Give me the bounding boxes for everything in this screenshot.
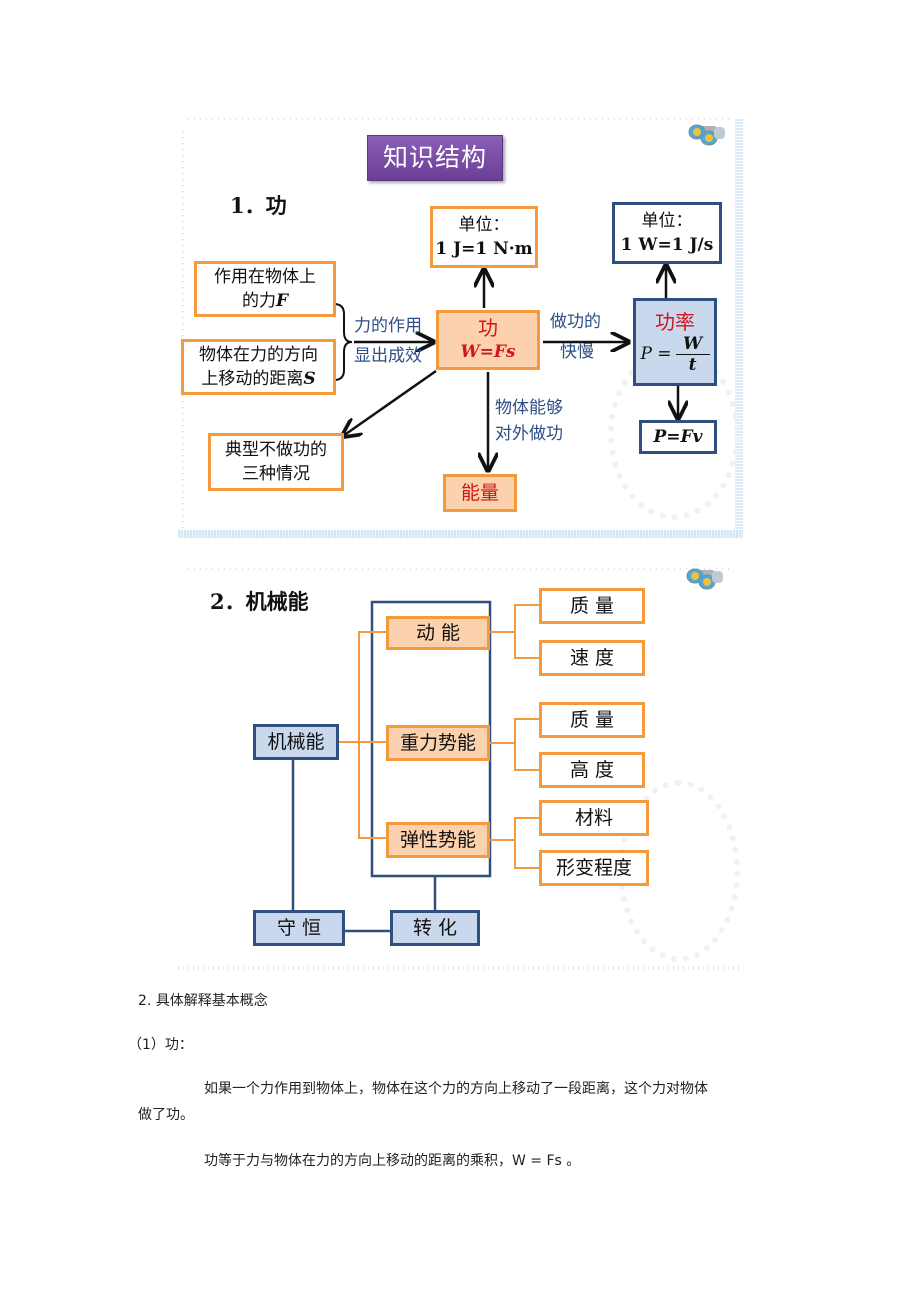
- factor-label: 质 量: [569, 595, 615, 617]
- paragraph-work-definition-cont: 做了功。: [138, 1107, 194, 1123]
- subsection-heading: （1）功：: [128, 1037, 193, 1053]
- branch-label: 弹性势能: [399, 829, 476, 851]
- energy-box: 能量: [443, 474, 517, 512]
- paragraph-work-formula: 功等于力与物体在力的方向上移动的距离的乘积，W = Fs 。: [204, 1153, 581, 1169]
- arrow-to-no-work: [343, 369, 437, 436]
- work-unit-box: 单位： 1 J=1 N·m: [430, 206, 538, 268]
- distance-box: 物体在力的方向 上移动的距离S: [181, 339, 336, 395]
- energy-label-1: 物体能够: [495, 398, 563, 418]
- power-box: 功率 P = W t: [633, 298, 717, 386]
- root-node-mechanical-energy: 机械能: [253, 724, 339, 760]
- power-fraction: W t: [675, 333, 710, 375]
- work-box: 功 W=Fs: [436, 310, 540, 370]
- distance-var: S: [303, 369, 316, 389]
- factor-label: 速 度: [569, 647, 615, 669]
- force-var: F: [275, 291, 289, 311]
- power-title: 功率: [655, 309, 695, 334]
- slide-mechanical-energy: 2．机械能 机械能 动 能 重力势能 弹性势能 质 量 速 度 质 量 高 度 …: [178, 560, 743, 970]
- factor-box: 质 量: [539, 702, 645, 738]
- factor-box: 质 量: [539, 588, 645, 624]
- work-title: 功: [478, 316, 498, 340]
- branch-kinetic-energy: 动 能: [386, 616, 490, 650]
- power-denominator: t: [688, 354, 697, 375]
- work-unit-label: 单位：: [458, 215, 510, 235]
- factor-box: 形变程度: [539, 850, 649, 886]
- conversion-label: 转 化: [412, 917, 458, 939]
- branch-label: 动 能: [415, 622, 461, 644]
- power-lhs: P =: [640, 344, 672, 364]
- work-unit-value: 1 J=1 N·m: [435, 239, 533, 259]
- conservation-box: 守 恒: [253, 910, 345, 946]
- power-unit-label: 单位：: [641, 211, 693, 231]
- force-effect-label-2: 显出成效: [354, 346, 422, 366]
- distance-line1: 物体在力的方向: [199, 345, 318, 365]
- force-line1: 作用在物体上: [214, 267, 316, 287]
- factor-connector-1: [514, 604, 539, 659]
- conversion-box: 转 化: [390, 910, 480, 946]
- speed-label-2: 快慢: [560, 342, 594, 362]
- brace: [333, 303, 353, 381]
- branch-elastic-potential: 弹性势能: [386, 822, 490, 858]
- factor-connector-2: [514, 718, 539, 771]
- branch-label: 重力势能: [399, 732, 476, 754]
- no-work-line2: 三种情况: [242, 464, 310, 484]
- branch-gravitational-potential: 重力势能: [386, 725, 490, 761]
- factor-label: 高 度: [569, 759, 615, 781]
- no-work-box: 典型不做功的 三种情况: [208, 433, 344, 491]
- power-unit-value: 1 W=1 J/s: [620, 235, 714, 255]
- work-formula: W=Fs: [460, 342, 516, 362]
- power-formula-box: P=Fv: [639, 420, 717, 454]
- speed-label-1: 做功的: [550, 312, 601, 332]
- no-work-line1: 典型不做功的: [225, 440, 327, 460]
- force-effect-label-1: 力的作用: [354, 316, 422, 336]
- conservation-label: 守 恒: [276, 917, 322, 939]
- slide-work-structure: 知识结构 1．功 单位： 1 J=1 N·m 作用在物体上 的力F 物体在力的方: [178, 118, 743, 538]
- power-formula: P=Fv: [653, 427, 703, 447]
- factor-box: 高 度: [539, 752, 645, 788]
- factor-connector-3: [514, 817, 539, 869]
- power-numerator: W: [683, 333, 703, 354]
- factor-label: 质 量: [569, 709, 615, 731]
- root-label: 机械能: [267, 731, 325, 753]
- paragraph-work-definition: 如果一个力作用到物体上，物体在这个力的方向上移动了一段距离，这个力对物体: [204, 1081, 708, 1097]
- power-unit-box: 单位： 1 W=1 J/s: [612, 202, 722, 264]
- section-heading: 2. 具体解释基本概念: [138, 993, 268, 1009]
- factor-box: 速 度: [539, 640, 645, 676]
- energy-label: 能量: [460, 482, 499, 504]
- factor-label: 形变程度: [555, 857, 632, 879]
- energy-label-2: 对外做功: [495, 424, 563, 444]
- factor-label: 材料: [574, 807, 613, 829]
- force-line2: 的力: [241, 291, 276, 311]
- force-box: 作用在物体上 的力F: [194, 261, 336, 317]
- distance-line2: 上移动的距离: [201, 369, 304, 389]
- factor-box: 材料: [539, 800, 649, 836]
